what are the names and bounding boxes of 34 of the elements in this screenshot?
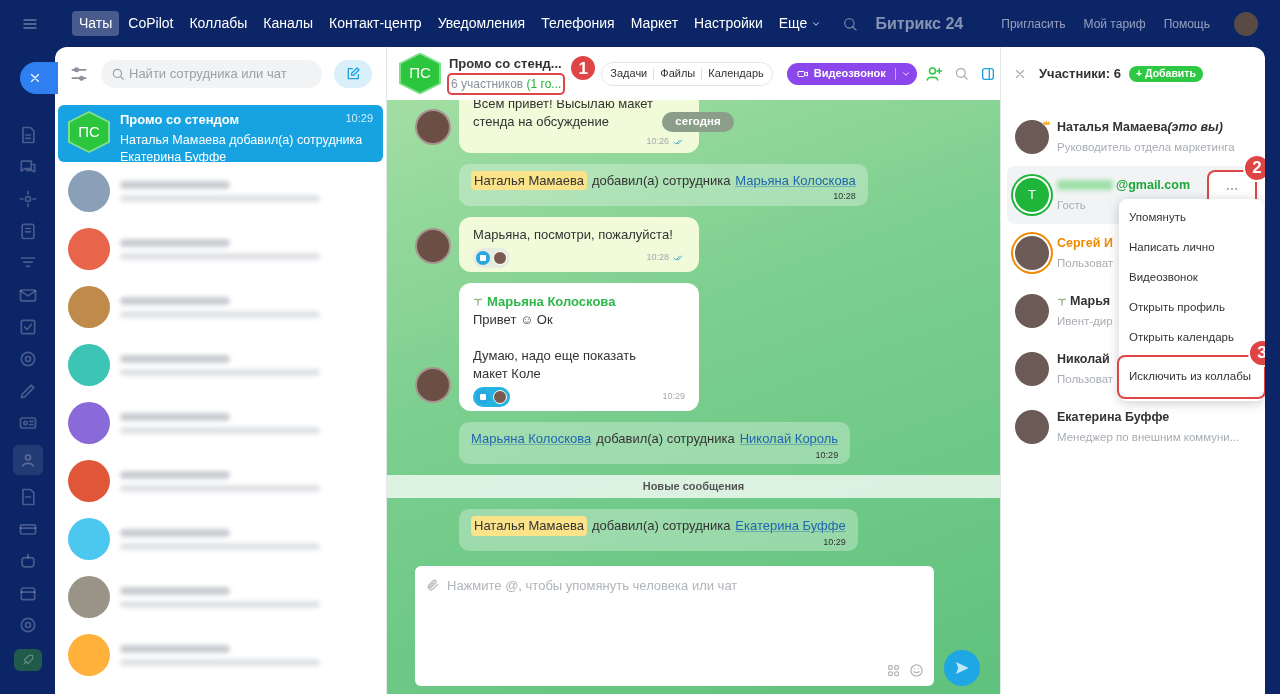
chat-title: Промо со стенд... [449,55,562,74]
system-text: добавил(а) сотрудника [592,517,731,535]
group-avatar: ПС [399,52,441,95]
member-name: Наталья Мамаева(это вы) [1057,119,1223,136]
member-role: Гость [1057,197,1087,213]
member-role: Пользоват [1057,255,1114,271]
chat-title: Промо со стендом [120,111,240,129]
brand-logo: Битрикс 24 [875,13,964,34]
date-pill: сегодня [662,112,734,132]
message-time: 10:26 [646,135,669,148]
annotation-number-badge: 2 [1243,154,1265,182]
panel-title: Участники: 6 [1039,64,1121,83]
message-author: Марьяна Колоскова [487,292,616,311]
member-role: Руководитель отдела маркетинга [1057,139,1235,155]
chat-time: 10:29 [345,111,373,126]
member-role: Менеджер по внешним коммуни... [1057,429,1240,445]
member-name: Сергей И [1057,235,1113,252]
member-name: Екатерина Буффе [1057,409,1170,426]
message-time: 10:29 [662,390,685,404]
message-text: Марьяна, посмотри, пожалуйста! [473,225,673,244]
message-time: 10:29 [823,535,846,549]
system-text: добавил(а) сотрудника [592,171,731,190]
annotation-number-badge: 1 [569,54,598,83]
member-role: Пользоват [1057,371,1114,387]
member-role: Ивент-дир [1057,313,1113,329]
member-name: Николай [1057,351,1110,368]
message-time: 10:28 [646,250,669,264]
group-avatar: ПС [68,111,110,153]
message-text: Привет ☺ Ок Думаю, надо еще показать макет Коле [473,311,637,383]
member-name: @gmail.com [1116,177,1190,194]
message-time: 10:29 [815,448,839,462]
message-time: 10:28 [833,190,856,203]
system-text: добавил(а) сотрудника [596,430,735,448]
member-name: Марья [1070,293,1111,310]
